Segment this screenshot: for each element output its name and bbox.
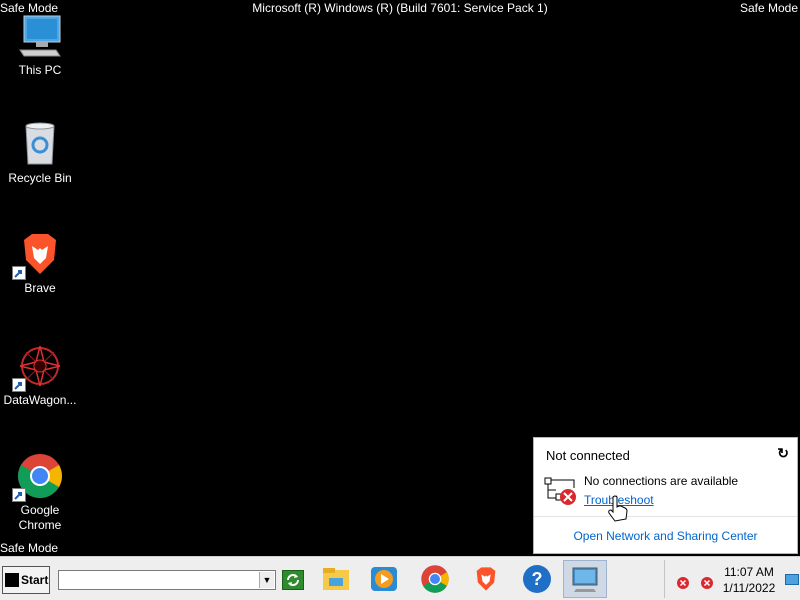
taskbar-brave-button[interactable] [464, 560, 508, 598]
desktop-icon-label: This PC [18, 63, 62, 77]
desktop-icon-google-chrome[interactable]: Google Chrome [0, 452, 80, 533]
flyout-title: Not connected [546, 448, 630, 463]
desktop-icon-label: Google Chrome [18, 503, 62, 532]
taskbar-file-explorer-button[interactable] [314, 560, 358, 598]
show-desktop-button[interactable] [785, 574, 799, 585]
address-bar[interactable]: ▼ [58, 570, 276, 590]
clock[interactable]: 11:07 AM 1/11/2022 [715, 564, 783, 596]
desktop-icon-label: DataWagon... [3, 393, 77, 407]
safe-mode-label-bottom-left: Safe Mode [0, 541, 59, 555]
chevron-down-icon[interactable]: ▼ [259, 572, 274, 588]
shortcut-arrow-icon [12, 266, 26, 280]
brave-icon [476, 567, 496, 591]
shortcut-arrow-icon [12, 488, 26, 502]
desktop-icon-label: Brave [24, 281, 56, 295]
start-flag-icon [5, 573, 19, 587]
clock-time: 11:07 AM [724, 565, 774, 579]
media-player-icon [371, 567, 397, 591]
network-error-icon[interactable] [701, 576, 713, 589]
hand-cursor-icon [607, 495, 629, 523]
taskbar-help-button[interactable]: ? [515, 560, 559, 598]
svg-text:?: ? [532, 569, 543, 589]
shortcut-arrow-icon [12, 378, 26, 392]
start-label: Start [21, 573, 49, 587]
desktop-icon-label: Recycle Bin [8, 171, 72, 185]
start-button[interactable]: Start [2, 566, 50, 594]
file-explorer-icon [323, 568, 349, 590]
build-info-text: Microsoft (R) Windows (R) (Build 7601: S… [252, 1, 548, 15]
refresh-icon[interactable]: ↻ [777, 445, 789, 462]
computer-icon [16, 12, 64, 60]
network-monitor-icon [572, 567, 598, 592]
go-button[interactable] [282, 570, 304, 590]
datawagon-icon [12, 342, 64, 392]
desktop-icon-datawagon[interactable]: DataWagon... [0, 342, 80, 408]
flyout-divider [534, 516, 797, 517]
error-status-icon[interactable] [677, 576, 689, 589]
no-connections-message: No connections are available [584, 474, 739, 488]
desktop-icon-this-pc[interactable]: This PC [0, 12, 80, 78]
system-tray: 11:07 AM 1/11/2022 [664, 560, 800, 598]
desktop-icon-brave[interactable]: Brave [0, 230, 80, 296]
chrome-icon [12, 452, 64, 502]
desktop-icon-recycle-bin[interactable]: Recycle Bin [0, 120, 80, 186]
network-disconnected-icon [544, 476, 578, 506]
open-network-sharing-center-link[interactable]: Open Network and Sharing Center [534, 529, 797, 543]
recycle-bin-icon [16, 120, 64, 168]
safe-mode-label-top-right: Safe Mode [739, 1, 798, 15]
taskbar-chrome-button[interactable] [413, 560, 457, 598]
brave-icon [12, 230, 64, 280]
address-input[interactable] [60, 572, 260, 588]
taskbar-media-player-button[interactable] [362, 560, 406, 598]
network-flyout: Not connected ↻ No connections are avail… [533, 437, 798, 554]
taskbar-network-monitor-button[interactable] [563, 560, 607, 598]
refresh-go-icon [287, 574, 299, 586]
clock-date: 1/11/2022 [722, 581, 776, 595]
taskbar: Start ▼ ? 11:07 AM 1/11/2022 [0, 556, 800, 600]
chrome-icon [421, 565, 449, 593]
help-icon: ? [523, 565, 551, 593]
